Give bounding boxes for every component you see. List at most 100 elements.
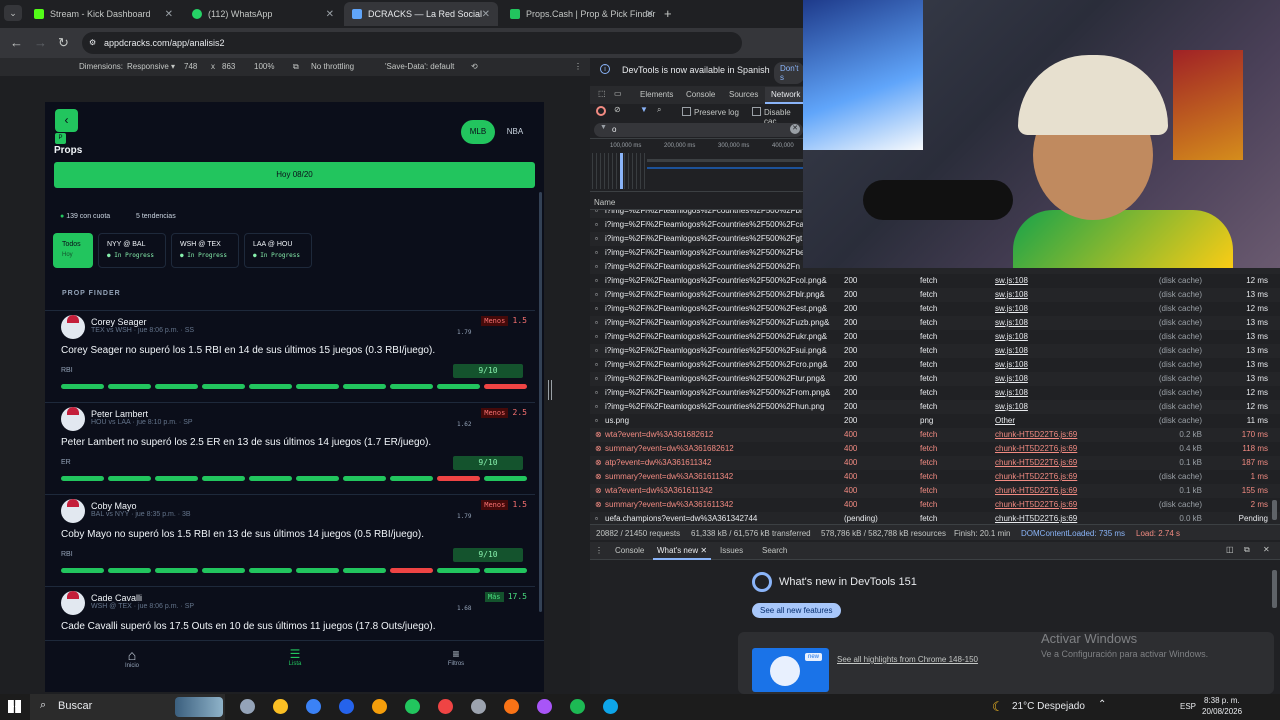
brave-red-icon[interactable] xyxy=(438,699,453,714)
brave-icon[interactable] xyxy=(504,699,519,714)
network-row[interactable]: ⊗ wta?event=dw%3A361682612 400 fetch chu… xyxy=(590,428,1280,442)
network-row[interactable]: ⊗ summary?event=dw%3A361682612 400 fetch… xyxy=(590,442,1280,456)
tab-network[interactable]: Network xyxy=(765,87,807,104)
drawer-scrollbar[interactable] xyxy=(1272,570,1277,608)
filter-icon[interactable]: ▼ xyxy=(640,105,648,114)
network-row[interactable]: ⊗ summary?event=dw%3A361611342 400 fetch… xyxy=(590,498,1280,512)
prop-card[interactable]: Coby Mayo BAL vs NYY · jue 8:35 p.m. · 3… xyxy=(45,494,535,584)
tab-list-button[interactable]: ⌄ xyxy=(4,5,22,21)
game-chip-nyy-bal[interactable]: NYY @ BAL ● In Progress xyxy=(98,233,166,268)
dont-show-button[interactable]: Don't s xyxy=(774,62,805,84)
width-input[interactable]: 748 xyxy=(184,62,197,71)
filter-input[interactable]: ▼ o ✕ xyxy=(594,123,803,137)
url-bar[interactable]: ⚙ appdcracks.com/app/analisis2 xyxy=(82,32,742,54)
disable-cache-checkbox[interactable] xyxy=(752,107,761,116)
tab-mlb[interactable]: MLB xyxy=(461,120,495,144)
all-features-button[interactable]: See all new features xyxy=(752,603,841,618)
game-chip-wsh-tex[interactable]: WSH @ TEX ● In Progress xyxy=(171,233,239,268)
close-drawer-icon[interactable]: ✕ xyxy=(1263,545,1270,554)
inspect-icon[interactable]: ⬚ xyxy=(598,89,606,98)
height-input[interactable]: 863 xyxy=(222,62,235,71)
chevron-up-icon[interactable]: ⌃ xyxy=(1098,699,1106,710)
dock-icon[interactable]: ◫ xyxy=(1226,545,1234,554)
edge-beta-icon[interactable] xyxy=(339,699,354,714)
task-view-icon[interactable] xyxy=(240,699,255,714)
more-icon[interactable]: ⋮ xyxy=(574,62,582,71)
tab-propscash[interactable]: Props.Cash | Prop & Pick Finder ✕ xyxy=(502,2,662,26)
app-icon[interactable] xyxy=(603,699,618,714)
drawer-more-icon[interactable]: ⋮ xyxy=(595,546,603,555)
network-row[interactable]: ▫ i?img=%2Fi%2Fteamlogos%2Fcountries%2F5… xyxy=(590,358,1280,372)
close-icon[interactable]: ✕ xyxy=(326,9,334,20)
date-selector[interactable]: Hoy 08/20 xyxy=(54,162,535,188)
network-row[interactable]: ⊗ wta?event=dw%3A361611342 400 fetch chu… xyxy=(590,484,1280,498)
close-icon[interactable]: ✕ xyxy=(482,9,490,20)
drawer-tab-search[interactable]: Search xyxy=(762,546,787,555)
tab-whatsapp[interactable]: (112) WhatsApp ✕ xyxy=(184,2,342,26)
network-row[interactable]: ▫ i?img=%2Fi%2Fteamlogos%2Fcountries%2F5… xyxy=(590,288,1280,302)
clear-icon[interactable]: ⊘ xyxy=(614,105,621,114)
clear-filter-icon[interactable]: ✕ xyxy=(790,124,800,134)
network-row[interactable]: ▫ i?img=%2Fi%2Fteamlogos%2Fcountries%2F5… xyxy=(590,330,1280,344)
tab-sources[interactable]: Sources xyxy=(729,90,758,99)
reload-icon[interactable]: ↻ xyxy=(58,35,69,51)
tab-elements[interactable]: Elements xyxy=(640,90,673,99)
savedata-select[interactable]: 'Save-Data': default xyxy=(385,62,454,71)
back-icon[interactable]: ← xyxy=(10,35,23,50)
network-row[interactable]: ▫ i?img=%2Fi%2Fteamlogos%2Fcountries%2F5… xyxy=(590,344,1280,358)
windows-start-icon[interactable] xyxy=(8,700,21,713)
drawer-tab-whatsnew[interactable]: What's new ✕ xyxy=(653,543,712,560)
new-tab-button[interactable]: + xyxy=(664,6,672,21)
drawer-tab-console[interactable]: Console xyxy=(615,546,644,555)
spotify-icon[interactable] xyxy=(570,699,585,714)
tab-dcracks[interactable]: DCRACKS — La Red Social #1 d✕ xyxy=(344,2,498,26)
record-icon[interactable] xyxy=(596,106,606,116)
network-row[interactable]: ▫ i?img=%2Fi%2Fteamlogos%2Fcountries%2F5… xyxy=(590,372,1280,386)
close-icon[interactable]: ✕ xyxy=(700,546,707,555)
forward-icon[interactable]: → xyxy=(34,35,47,50)
responsive-select[interactable]: Responsive xyxy=(127,62,169,71)
prop-card[interactable]: Corey Seager TEX vs WSH · jue 8:06 p.m. … xyxy=(45,310,535,400)
network-row[interactable]: ▫ uefa.champions?event=dw%3A361342744 (p… xyxy=(590,512,1280,524)
weather[interactable]: 21°C Despejado xyxy=(1012,701,1085,712)
network-row[interactable]: ⊗ atp?event=dw%3A361611342 400 fetch chu… xyxy=(590,456,1280,470)
search-icon[interactable]: ⌕ xyxy=(657,105,661,115)
device-icon[interactable]: ▭ xyxy=(614,89,622,98)
tab-nba[interactable]: NBA xyxy=(501,120,529,144)
discord-icon[interactable] xyxy=(537,699,552,714)
drawer-tab-issues[interactable]: Issues xyxy=(720,546,743,555)
chrome-canary-icon[interactable] xyxy=(372,699,387,714)
github-icon[interactable] xyxy=(471,699,486,714)
network-row[interactable]: ▫ i?img=%2Fi%2Fteamlogos%2Fcountries%2F5… xyxy=(590,316,1280,330)
tab-console[interactable]: Console xyxy=(686,90,715,99)
close-icon[interactable]: ✕ xyxy=(646,9,654,20)
nav-lista[interactable]: ☰ Lista xyxy=(282,647,308,667)
network-row[interactable]: ▫ i?img=%2Fi%2Fteamlogos%2Fcountries%2F5… xyxy=(590,274,1280,288)
nav-inicio[interactable]: ⌂ Inicio xyxy=(119,647,145,669)
back-button[interactable]: ‹ xyxy=(55,109,78,132)
network-row[interactable]: ▫ i?img=%2Fi%2Fteamlogos%2Fcountries%2F5… xyxy=(590,386,1280,400)
resize-handle[interactable] xyxy=(548,380,552,400)
nav-filtros[interactable]: ≡ Filtros xyxy=(443,647,469,667)
video-thumbnail[interactable]: new xyxy=(752,648,829,692)
game-chip-todos[interactable]: Todos Hoy xyxy=(53,233,93,268)
network-scrollbar[interactable] xyxy=(1272,500,1277,520)
prop-card[interactable]: Peter Lambert HOU vs LAA · jue 8:10 p.m.… xyxy=(45,402,535,492)
site-info-icon[interactable]: ⚙ xyxy=(89,32,96,54)
preserve-log-checkbox[interactable] xyxy=(682,107,691,116)
tab-kick[interactable]: Stream - Kick Dashboard ✕ xyxy=(26,2,181,26)
network-row[interactable]: ▫ i?img=%2Fi%2Fteamlogos%2Fcountries%2F5… xyxy=(590,400,1280,414)
file-explorer-icon[interactable] xyxy=(273,699,288,714)
boat-image[interactable] xyxy=(175,697,223,717)
sensor-icon[interactable]: ⧉ xyxy=(293,62,299,72)
close-icon[interactable]: ✕ xyxy=(165,9,173,20)
clock-time[interactable]: 8:38 p. m. xyxy=(1204,696,1240,705)
highlights-link[interactable]: See all highlights from Chrome 148-150 xyxy=(837,655,978,664)
clock-date[interactable]: 20/08/2026 xyxy=(1202,707,1242,716)
undock-icon[interactable]: ⧉ xyxy=(1244,545,1250,555)
chrome-icon[interactable] xyxy=(405,699,420,714)
overview-timeline[interactable]: 100,000 ms 200,000 ms 300,000 ms 400,000 xyxy=(590,138,803,192)
network-row[interactable]: ▫ us.png 200 png Other (disk cache) 11 m… xyxy=(590,414,1280,428)
network-row[interactable]: ▫ i?img=%2Fi%2Fteamlogos%2Fcountries%2F5… xyxy=(590,302,1280,316)
rotate-icon[interactable]: ⟲ xyxy=(471,62,478,71)
